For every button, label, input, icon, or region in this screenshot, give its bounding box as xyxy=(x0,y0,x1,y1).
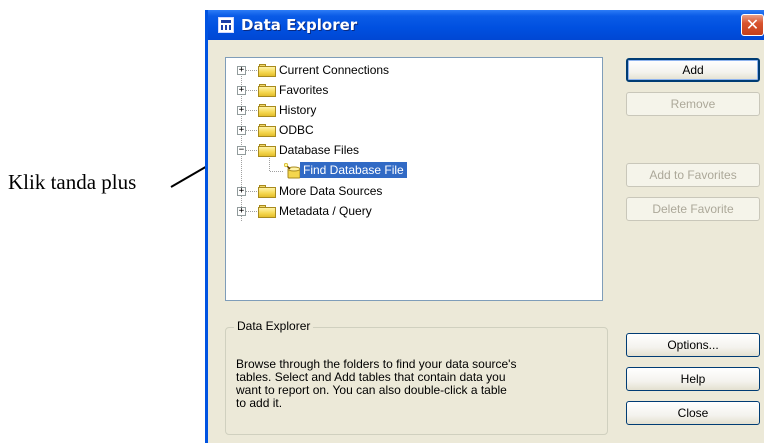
folder-icon xyxy=(258,205,276,218)
app-icon xyxy=(218,17,234,33)
help-description: Browse through the folders to find your … xyxy=(236,358,596,410)
close-icon: ✕ xyxy=(745,15,760,34)
expand-plus-icon[interactable]: + xyxy=(237,86,246,95)
expand-plus-icon[interactable]: + xyxy=(237,126,246,135)
tree-item-label: ODBC xyxy=(279,123,314,137)
tree-item-label: Find Database File xyxy=(300,162,407,178)
folder-icon xyxy=(258,64,276,77)
expand-plus-icon[interactable]: + xyxy=(237,187,246,196)
folder-icon xyxy=(258,144,276,157)
groupbox-title: Data Explorer xyxy=(234,319,314,333)
data-source-tree[interactable]: + Current Connections + Favorites + Hist… xyxy=(225,57,603,301)
tree-item-label: History xyxy=(279,103,317,117)
remove-button[interactable]: Remove xyxy=(626,92,760,116)
tree-item-label: Current Connections xyxy=(279,63,390,77)
tree-item-label: More Data Sources xyxy=(279,184,383,198)
folder-icon xyxy=(258,84,276,97)
delete-favorite-button[interactable]: Delete Favorite xyxy=(626,197,760,221)
collapse-minus-icon[interactable]: − xyxy=(237,146,246,155)
help-button[interactable]: Help xyxy=(626,367,760,391)
title-bar[interactable]: Data Explorer ✕ xyxy=(208,10,764,40)
help-line: to add it. xyxy=(236,396,283,410)
info-groupbox: Data Explorer Browse through the folders… xyxy=(225,319,608,435)
add-button[interactable]: Add xyxy=(626,58,760,82)
tree-item-label: Favorites xyxy=(279,83,329,97)
help-line: want to report on. You can also double-c… xyxy=(236,383,507,397)
expand-plus-icon[interactable]: + xyxy=(237,106,246,115)
folder-icon xyxy=(258,104,276,117)
expand-plus-icon[interactable]: + xyxy=(237,66,246,75)
close-window-button[interactable]: ✕ xyxy=(741,14,764,36)
annotation-text: Klik tanda plus xyxy=(8,170,137,194)
add-to-favorites-button[interactable]: Add to Favorites xyxy=(626,163,760,187)
close-button[interactable]: Close xyxy=(626,401,760,425)
expand-plus-icon[interactable]: + xyxy=(237,207,246,216)
data-explorer-dialog: Data Explorer ✕ + Current Connections + … xyxy=(205,10,764,443)
tree-item-label: Database Files xyxy=(279,143,360,157)
options-button[interactable]: Options... xyxy=(626,333,760,357)
folder-icon xyxy=(258,185,276,198)
folder-icon xyxy=(258,124,276,137)
tree-item-label: Metadata / Query xyxy=(279,204,372,218)
window-title: Data Explorer xyxy=(241,16,358,34)
